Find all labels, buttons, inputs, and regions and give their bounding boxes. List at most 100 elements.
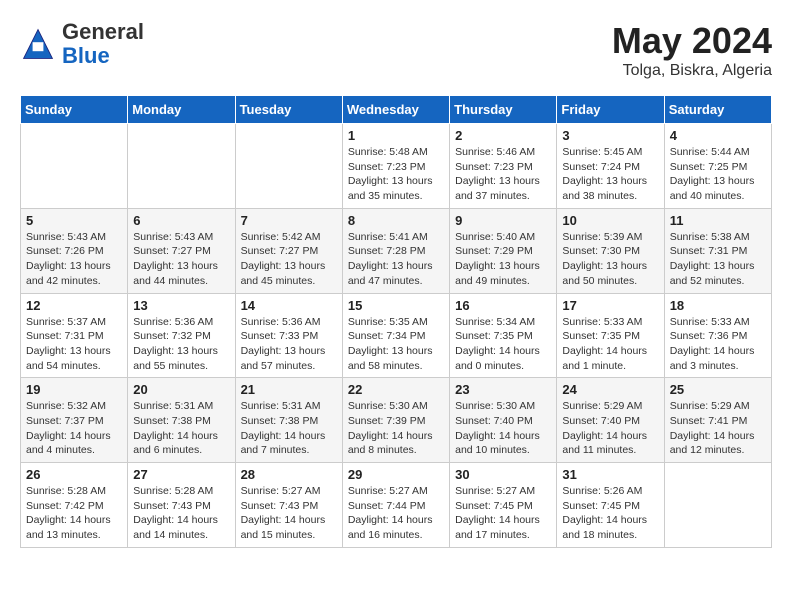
calendar-cell: 14Sunrise: 5:36 AMSunset: 7:33 PMDayligh…	[235, 293, 342, 378]
cell-content: Sunrise: 5:44 AMSunset: 7:25 PMDaylight:…	[670, 145, 766, 204]
cell-content: Sunrise: 5:43 AMSunset: 7:26 PMDaylight:…	[26, 230, 122, 289]
calendar-cell: 28 Sunrise: 5:27 AMSunset: 7:43 PMDayligh…	[235, 463, 342, 548]
calendar-cell: 31 Sunrise: 5:26 AMSunset: 7:45 PMDayligh…	[557, 463, 664, 548]
cell-content: Sunrise: 5:46 AMSunset: 7:23 PMDaylight:…	[455, 145, 551, 204]
calendar-cell: 8Sunrise: 5:41 AMSunset: 7:28 PMDaylight…	[342, 208, 449, 293]
cell-content: Sunrise: 5:27 AMSunset: 7:43 PMDaylight:…	[241, 484, 337, 543]
cell-content: Sunrise: 5:33 AMSunset: 7:35 PMDaylight:…	[562, 315, 658, 374]
cell-content: Sunrise: 5:33 AMSunset: 7:36 PMDaylight:…	[670, 315, 766, 374]
day-number: 16	[455, 298, 551, 313]
logo: General Blue	[20, 20, 144, 68]
calendar-cell	[664, 463, 771, 548]
day-number: 22	[348, 382, 444, 397]
calendar-week-2: 5Sunrise: 5:43 AMSunset: 7:26 PMDaylight…	[21, 208, 772, 293]
day-number: 6	[133, 213, 229, 228]
day-header-monday: Monday	[128, 96, 235, 124]
calendar-cell: 19 Sunrise: 5:32 AMSunset: 7:37 PMDayligh…	[21, 378, 128, 463]
cell-content: Sunrise: 5:26 AMSunset: 7:45 PMDaylight:…	[562, 484, 658, 543]
calendar-week-3: 12Sunrise: 5:37 AMSunset: 7:31 PMDayligh…	[21, 293, 772, 378]
cell-content: Sunrise: 5:32 AMSunset: 7:37 PMDaylight:…	[26, 399, 122, 458]
cell-content: Sunrise: 5:39 AMSunset: 7:30 PMDaylight:…	[562, 230, 658, 289]
day-number: 8	[348, 213, 444, 228]
cell-content: Sunrise: 5:27 AMSunset: 7:45 PMDaylight:…	[455, 484, 551, 543]
month-year-title: May 2024	[612, 20, 772, 62]
day-number: 24	[562, 382, 658, 397]
calendar-cell: 4 Sunrise: 5:44 AMSunset: 7:25 PMDaylight…	[664, 124, 771, 209]
day-number: 26	[26, 467, 122, 482]
day-number: 13	[133, 298, 229, 313]
calendar-cell: 20Sunrise: 5:31 AMSunset: 7:38 PMDayligh…	[128, 378, 235, 463]
day-number: 12	[26, 298, 122, 313]
day-number: 31	[562, 467, 658, 482]
cell-content: Sunrise: 5:28 AMSunset: 7:42 PMDaylight:…	[26, 484, 122, 543]
cell-content: Sunrise: 5:38 AMSunset: 7:31 PMDaylight:…	[670, 230, 766, 289]
calendar-cell: 16 Sunrise: 5:34 AMSunset: 7:35 PMDayligh…	[450, 293, 557, 378]
cell-content: Sunrise: 5:40 AMSunset: 7:29 PMDaylight:…	[455, 230, 551, 289]
day-number: 20	[133, 382, 229, 397]
calendar-cell: 21 Sunrise: 5:31 AMSunset: 7:38 PMDayligh…	[235, 378, 342, 463]
calendar-table: SundayMondayTuesdayWednesdayThursdayFrid…	[20, 95, 772, 548]
cell-content: Sunrise: 5:36 AMSunset: 7:32 PMDaylight:…	[133, 315, 229, 374]
calendar-header-row: SundayMondayTuesdayWednesdayThursdayFrid…	[21, 96, 772, 124]
day-number: 2	[455, 128, 551, 143]
day-number: 4	[670, 128, 766, 143]
day-number: 19	[26, 382, 122, 397]
day-number: 15	[348, 298, 444, 313]
calendar-cell: 30 Sunrise: 5:27 AMSunset: 7:45 PMDayligh…	[450, 463, 557, 548]
cell-content: Sunrise: 5:45 AMSunset: 7:24 PMDaylight:…	[562, 145, 658, 204]
day-number: 9	[455, 213, 551, 228]
calendar-cell: 17Sunrise: 5:33 AMSunset: 7:35 PMDayligh…	[557, 293, 664, 378]
logo-blue-text: Blue	[62, 43, 110, 68]
day-number: 21	[241, 382, 337, 397]
day-number: 10	[562, 213, 658, 228]
calendar-cell: 15 Sunrise: 5:35 AMSunset: 7:34 PMDayligh…	[342, 293, 449, 378]
calendar-cell: 29 Sunrise: 5:27 AMSunset: 7:44 PMDayligh…	[342, 463, 449, 548]
day-header-tuesday: Tuesday	[235, 96, 342, 124]
calendar-cell: 25 Sunrise: 5:29 AMSunset: 7:41 PMDayligh…	[664, 378, 771, 463]
day-header-friday: Friday	[557, 96, 664, 124]
calendar-cell	[128, 124, 235, 209]
location-subtitle: Tolga, Biskra, Algeria	[612, 62, 772, 80]
cell-content: Sunrise: 5:29 AMSunset: 7:41 PMDaylight:…	[670, 399, 766, 458]
cell-content: Sunrise: 5:28 AMSunset: 7:43 PMDaylight:…	[133, 484, 229, 543]
calendar-cell: 1Sunrise: 5:48 AMSunset: 7:23 PMDaylight…	[342, 124, 449, 209]
day-header-thursday: Thursday	[450, 96, 557, 124]
cell-content: Sunrise: 5:31 AMSunset: 7:38 PMDaylight:…	[241, 399, 337, 458]
day-number: 27	[133, 467, 229, 482]
calendar-cell: 22 Sunrise: 5:30 AMSunset: 7:39 PMDayligh…	[342, 378, 449, 463]
calendar-cell: 2 Sunrise: 5:46 AMSunset: 7:23 PMDaylight…	[450, 124, 557, 209]
day-number: 11	[670, 213, 766, 228]
calendar-cell: 23Sunrise: 5:30 AMSunset: 7:40 PMDayligh…	[450, 378, 557, 463]
calendar-cell: 7Sunrise: 5:42 AMSunset: 7:27 PMDaylight…	[235, 208, 342, 293]
calendar-cell: 3Sunrise: 5:45 AMSunset: 7:24 PMDaylight…	[557, 124, 664, 209]
calendar-week-1: 1Sunrise: 5:48 AMSunset: 7:23 PMDaylight…	[21, 124, 772, 209]
calendar-week-4: 19 Sunrise: 5:32 AMSunset: 7:37 PMDayligh…	[21, 378, 772, 463]
day-header-sunday: Sunday	[21, 96, 128, 124]
day-number: 29	[348, 467, 444, 482]
cell-content: Sunrise: 5:34 AMSunset: 7:35 PMDaylight:…	[455, 315, 551, 374]
cell-content: Sunrise: 5:29 AMSunset: 7:40 PMDaylight:…	[562, 399, 658, 458]
calendar-cell: 5Sunrise: 5:43 AMSunset: 7:26 PMDaylight…	[21, 208, 128, 293]
cell-content: Sunrise: 5:36 AMSunset: 7:33 PMDaylight:…	[241, 315, 337, 374]
page-container: General Blue May 2024 Tolga, Biskra, Alg…	[0, 0, 792, 558]
calendar-cell: 6Sunrise: 5:43 AMSunset: 7:27 PMDaylight…	[128, 208, 235, 293]
day-number: 23	[455, 382, 551, 397]
calendar-cell: 12Sunrise: 5:37 AMSunset: 7:31 PMDayligh…	[21, 293, 128, 378]
cell-content: Sunrise: 5:35 AMSunset: 7:34 PMDaylight:…	[348, 315, 444, 374]
day-number: 30	[455, 467, 551, 482]
calendar-cell: 18Sunrise: 5:33 AMSunset: 7:36 PMDayligh…	[664, 293, 771, 378]
day-header-saturday: Saturday	[664, 96, 771, 124]
cell-content: Sunrise: 5:27 AMSunset: 7:44 PMDaylight:…	[348, 484, 444, 543]
calendar-cell: 10 Sunrise: 5:39 AMSunset: 7:30 PMDayligh…	[557, 208, 664, 293]
title-block: May 2024 Tolga, Biskra, Algeria	[612, 20, 772, 80]
calendar-cell: 13 Sunrise: 5:36 AMSunset: 7:32 PMDayligh…	[128, 293, 235, 378]
day-number: 7	[241, 213, 337, 228]
logo-icon	[20, 26, 56, 62]
day-number: 28	[241, 467, 337, 482]
calendar-cell: 26 Sunrise: 5:28 AMSunset: 7:42 PMDayligh…	[21, 463, 128, 548]
cell-content: Sunrise: 5:30 AMSunset: 7:39 PMDaylight:…	[348, 399, 444, 458]
day-number: 1	[348, 128, 444, 143]
day-number: 25	[670, 382, 766, 397]
calendar-cell	[21, 124, 128, 209]
page-header: General Blue May 2024 Tolga, Biskra, Alg…	[20, 20, 772, 80]
